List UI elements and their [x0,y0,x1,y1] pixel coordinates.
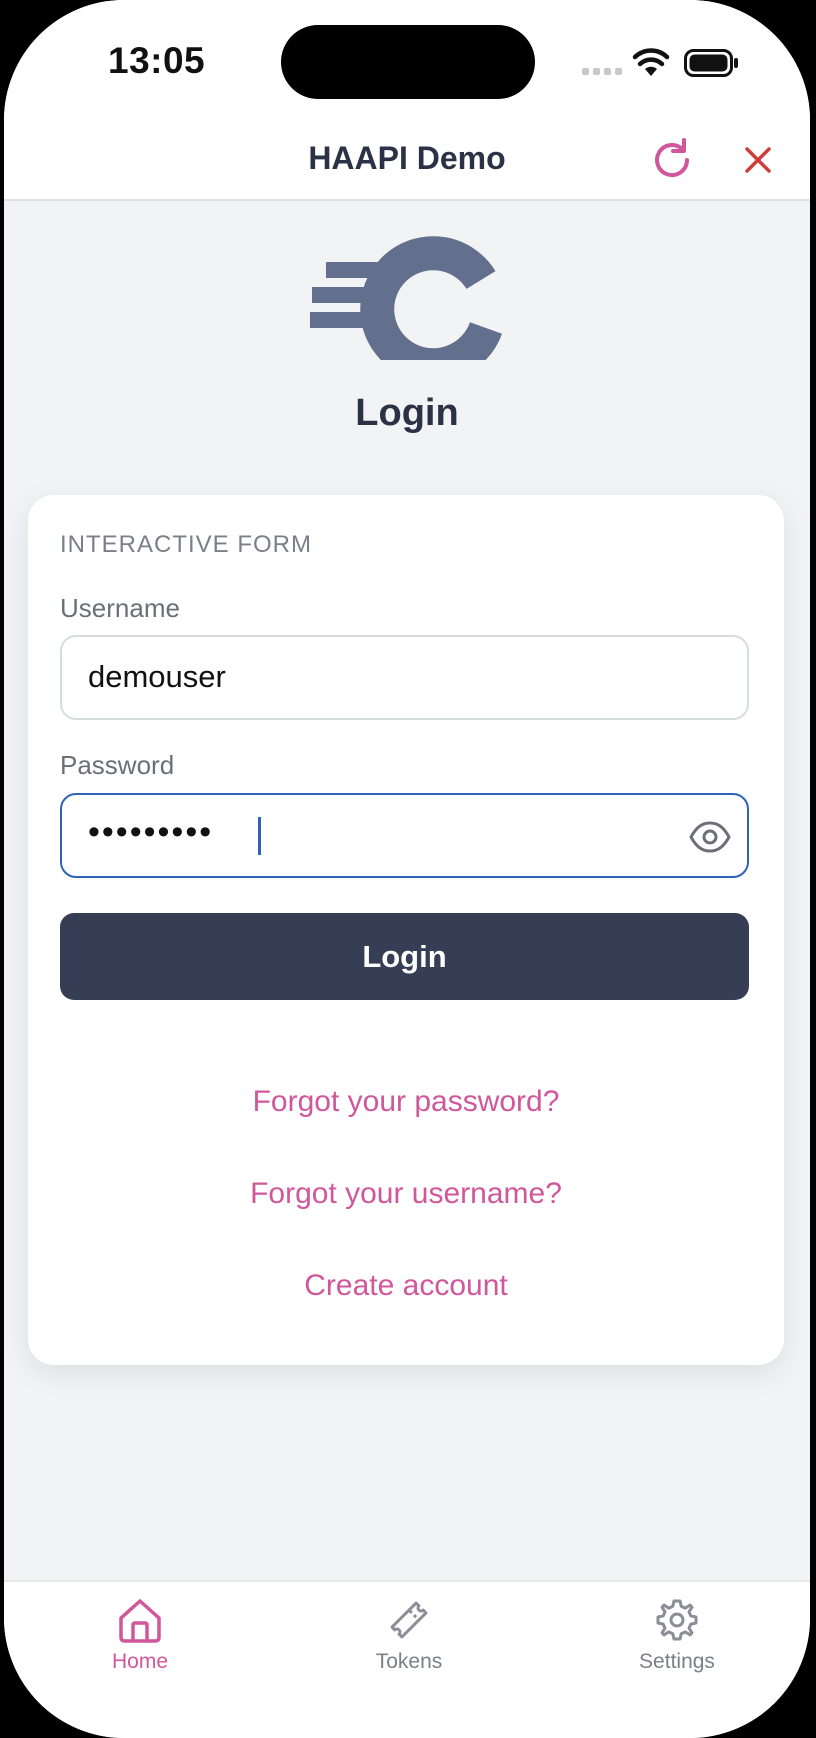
show-password-button[interactable] [688,817,732,857]
phone-screen: 13:05 HAAPI Demo Login INTERACTIVE FORM … [4,0,810,1738]
gear-icon [656,1599,698,1641]
password-label: Password [60,750,175,780]
tab-tokens[interactable]: Tokens [329,1596,489,1674]
refresh-button[interactable] [648,136,696,184]
close-button[interactable] [738,140,778,180]
battery-icon [684,49,738,77]
refresh-icon [655,138,689,177]
username-label: Username [60,593,180,623]
cellular-signal-icon [582,68,622,75]
tab-label: Home [111,1650,169,1673]
login-button[interactable]: Login [60,913,749,1000]
bottom-tab-bar: Home Tokens Settings [4,1580,810,1738]
dynamic-island [281,25,535,99]
create-account-link[interactable]: Create account [28,1269,784,1303]
app-header: HAAPI Demo [4,124,810,201]
forgot-password-link[interactable]: Forgot your password? [28,1085,784,1119]
status-time: 13:05 [108,40,206,81]
close-icon [745,147,771,173]
tab-label: Settings [639,1650,715,1673]
password-field[interactable]: ••••••••• [60,793,749,878]
home-icon [119,1599,161,1643]
section-label: INTERACTIVE FORM [60,531,313,558]
username-field[interactable]: demouser [60,635,749,720]
tab-label: Tokens [375,1650,443,1673]
password-value: ••••••••• [88,813,214,851]
text-caret [258,817,261,855]
wifi-icon [632,48,670,76]
page-title: Login [355,392,459,434]
eye-icon [689,821,731,853]
login-card: INTERACTIVE FORM Username demouser Passw… [28,495,784,1365]
tab-settings[interactable]: Settings [597,1596,757,1674]
forgot-username-link[interactable]: Forgot your username? [28,1177,784,1211]
username-value: demouser [88,659,226,694]
ticket-icon [390,1601,428,1639]
status-bar: 13:05 [4,0,810,124]
tab-home[interactable]: Home [60,1596,220,1674]
curity-logo [310,236,503,360]
